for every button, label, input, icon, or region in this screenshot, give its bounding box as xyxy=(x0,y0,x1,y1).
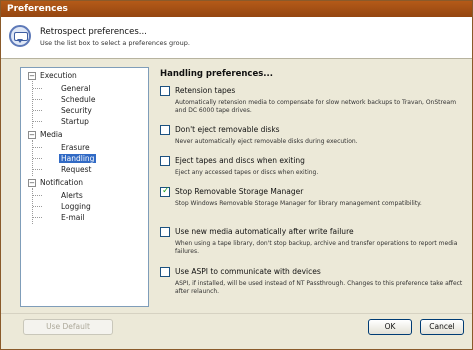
tree-group-execution[interactable]: Execution xyxy=(40,71,77,80)
tree-item-logging[interactable]: Logging xyxy=(61,202,91,211)
option-label[interactable]: Retension tapes xyxy=(175,86,235,95)
window-title: Preferences xyxy=(1,1,472,17)
tree-connector xyxy=(33,217,42,218)
retension-tapes-checkbox[interactable] xyxy=(160,86,170,96)
tree-connector xyxy=(33,88,42,89)
footer-divider xyxy=(1,313,472,314)
collapse-notification-toggle[interactable]: − xyxy=(28,179,36,187)
tree-item-general[interactable]: General xyxy=(61,84,91,93)
tree-connector xyxy=(33,195,42,196)
tree-item-startup[interactable]: Startup xyxy=(61,117,89,126)
tree-group-media[interactable]: Media xyxy=(40,130,63,139)
dont-eject-disks-checkbox[interactable] xyxy=(160,125,170,135)
option-description: ASPI, if installed, will be used instead… xyxy=(175,280,463,295)
tree-item-alerts[interactable]: Alerts xyxy=(61,191,83,200)
preferences-window: Preferences Retrospect preferences... Us… xyxy=(0,0,473,350)
tree-connector xyxy=(33,147,42,148)
tree-item-request[interactable]: Request xyxy=(61,165,91,174)
option-description: Eject any accessed tapes or discs when e… xyxy=(175,169,319,176)
header-subtitle: Use the list box to select a preferences… xyxy=(40,39,190,47)
tree-item-schedule[interactable]: Schedule xyxy=(61,95,95,104)
option-description: Never automatically eject removable disk… xyxy=(175,138,358,145)
tree-item-security[interactable]: Security xyxy=(61,106,92,115)
collapse-media-toggle[interactable]: − xyxy=(28,131,36,139)
option-description: When using a tape library, don't stop ba… xyxy=(175,240,458,255)
preferences-group-tree[interactable]: − Execution General Schedule Security St… xyxy=(20,67,149,307)
tree-item-handling[interactable]: Handling xyxy=(59,154,97,163)
eject-on-exit-checkbox[interactable] xyxy=(160,156,170,166)
tree-item-erasure[interactable]: Erasure xyxy=(61,143,90,152)
stop-rsm-checkbox[interactable] xyxy=(160,186,170,197)
option-label[interactable]: Don't eject removable disks xyxy=(175,125,280,134)
tree-connector xyxy=(33,158,42,159)
cancel-button[interactable]: Cancel xyxy=(420,319,464,335)
header-banner: Retrospect preferences... Use the list b… xyxy=(1,17,472,59)
speech-bubble-icon xyxy=(9,25,31,47)
use-new-media-checkbox[interactable] xyxy=(160,227,170,237)
option-label[interactable]: Use ASPI to communicate with devices xyxy=(175,267,321,276)
tree-item-email[interactable]: E-mail xyxy=(61,213,85,222)
option-label[interactable]: Use new media automatically after write … xyxy=(175,227,354,236)
header-title: Retrospect preferences... xyxy=(40,27,147,37)
option-label[interactable]: Eject tapes and discs when exiting xyxy=(175,156,305,165)
ok-button[interactable]: OK xyxy=(368,319,412,335)
option-label[interactable]: Stop Removable Storage Manager xyxy=(175,187,303,196)
panel-title: Handling preferences... xyxy=(160,69,273,79)
use-default-button[interactable]: Use Default xyxy=(23,319,113,335)
collapse-execution-toggle[interactable]: − xyxy=(28,72,36,80)
use-aspi-checkbox[interactable] xyxy=(160,267,170,277)
tree-connector xyxy=(33,169,42,170)
tree-group-notification[interactable]: Notification xyxy=(40,178,83,187)
tree-connector xyxy=(33,110,42,111)
option-description: Automatically retension media to compens… xyxy=(175,99,457,114)
tree-connector xyxy=(33,121,42,122)
option-description: Stop Windows Removable Storage Manager f… xyxy=(175,200,422,207)
tree-connector xyxy=(33,99,42,100)
tree-connector xyxy=(33,206,42,207)
